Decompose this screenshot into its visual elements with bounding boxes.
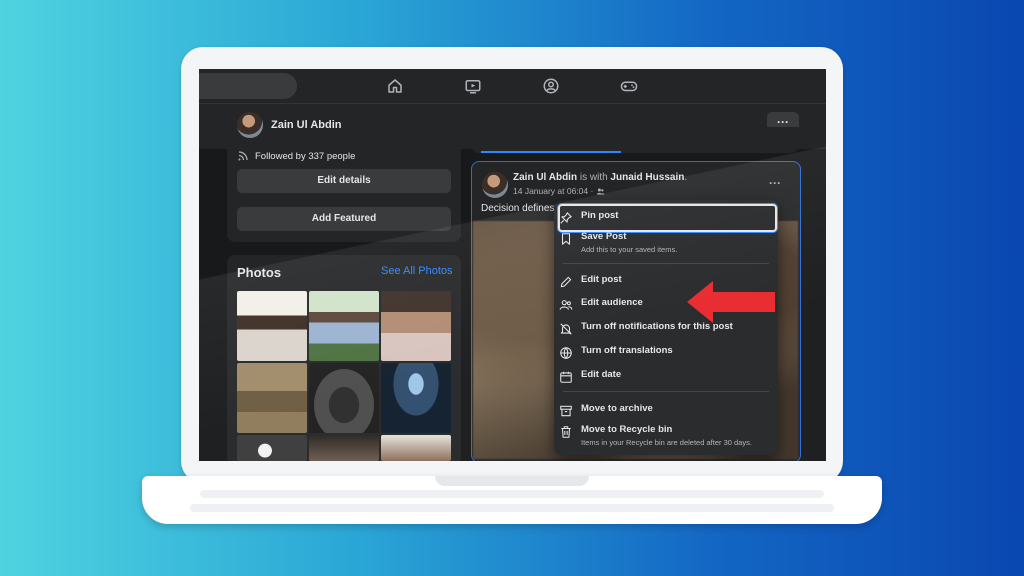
globe-icon: [559, 346, 573, 360]
avatar[interactable]: [237, 112, 263, 138]
video-icon[interactable]: [464, 77, 482, 95]
keyboard-row: [190, 504, 834, 512]
trash-icon: [559, 425, 573, 439]
audience-icon: [559, 298, 573, 312]
groups-icon[interactable]: [542, 77, 560, 95]
photo-thumbnail[interactable]: [237, 435, 307, 461]
post-author-line: Zain Ul Abdin is with Junaid Hussain.: [513, 172, 688, 183]
add-featured-button[interactable]: Add Featured: [237, 207, 451, 231]
tagged-user[interactable]: Junaid Hussain: [610, 172, 684, 183]
menu-item-move-to-recycle-bin[interactable]: Move to Recycle bin Items in your Recycl…: [559, 424, 773, 448]
bell-off-icon: [559, 322, 573, 336]
top-navigation-bar: ok: [199, 69, 826, 104]
post-text: Decision defines: [481, 203, 555, 214]
avatar[interactable]: [482, 172, 508, 198]
see-all-photos-link[interactable]: See All Photos: [381, 265, 453, 277]
screen: ok Zain Ul Abdin ··· Followed by 337 peo…: [199, 69, 826, 461]
menu-item-pin-post[interactable]: Pin post: [559, 210, 773, 225]
gaming-icon[interactable]: [620, 77, 638, 95]
photo-thumbnail[interactable]: [381, 291, 451, 361]
menu-divider: [563, 263, 769, 264]
photo-thumbnail[interactable]: [381, 435, 451, 461]
menu-divider: [563, 391, 769, 392]
menu-item-turn-off-translations[interactable]: Turn off translations: [559, 345, 773, 360]
friends-audience-icon: [596, 187, 605, 196]
home-icon[interactable]: [386, 77, 404, 95]
keyboard-row: [200, 490, 824, 498]
calendar-icon: [559, 370, 573, 384]
post-author[interactable]: Zain Ul Abdin: [513, 172, 577, 183]
followers-text: Followed by 337 people: [255, 150, 356, 162]
rss-icon: [237, 150, 249, 162]
profile-name[interactable]: Zain Ul Abdin: [271, 119, 341, 131]
photo-thumbnail[interactable]: [237, 363, 307, 433]
pencil-icon: [559, 275, 573, 289]
search-input[interactable]: ok: [199, 73, 297, 99]
profile-tabs: [471, 127, 799, 153]
menu-item-move-to-archive[interactable]: Move to archive: [559, 403, 773, 418]
active-tab-indicator: [481, 151, 621, 153]
pin-icon: [559, 211, 573, 225]
archive-icon: [559, 404, 573, 418]
edit-details-button[interactable]: Edit details: [237, 169, 451, 193]
photos-title: Photos: [237, 265, 282, 280]
laptop-base-notch: [435, 476, 589, 486]
red-arrow-annotation: [687, 281, 775, 323]
post-timestamp[interactable]: 14 January at 06:04 ·: [513, 186, 605, 196]
photo-thumbnail[interactable]: [237, 291, 307, 361]
post-options-button[interactable]: ···: [769, 176, 781, 190]
photo-thumbnail[interactable]: [309, 363, 379, 433]
menu-item-save-post[interactable]: Save Post Add this to your saved items.: [559, 231, 773, 255]
photo-thumbnail[interactable]: [309, 291, 379, 361]
photo-thumbnail[interactable]: [381, 363, 451, 433]
menu-item-edit-date[interactable]: Edit date: [559, 369, 773, 384]
bookmark-icon: [559, 232, 573, 246]
photo-thumbnail[interactable]: [309, 435, 379, 461]
followers-info: Followed by 337 people: [237, 150, 355, 162]
